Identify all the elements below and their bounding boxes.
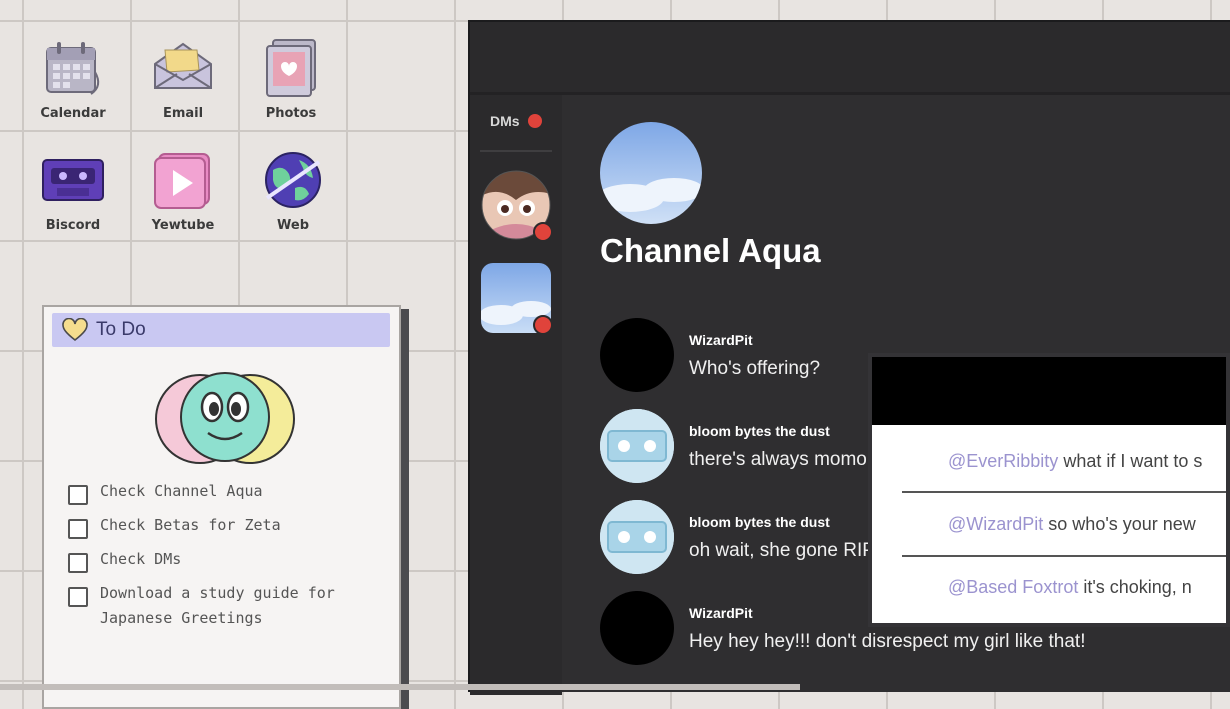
user-avatar[interactable]: [600, 409, 674, 483]
server-avatar-sky[interactable]: [479, 263, 553, 335]
user-avatar[interactable]: [600, 500, 674, 574]
todo-title: To Do: [96, 319, 146, 340]
bloom-avatar-icon: [600, 409, 674, 483]
chat-message: bloom bytes the dust there's always momo: [600, 409, 867, 483]
todo-item-label: Download a study guide for Japanese Gree…: [100, 584, 335, 627]
notification-dot: [527, 114, 542, 128]
desktop-icon-web[interactable]: Web: [248, 148, 338, 233]
mention-text: so who's your new: [1043, 514, 1196, 534]
desktop-icon-label: Email: [162, 106, 204, 121]
todo-checkbox[interactable]: [68, 553, 88, 573]
user-avatar[interactable]: [600, 318, 674, 392]
todo-item[interactable]: Check Betas for Zeta: [68, 516, 370, 539]
channel-avatar: [600, 122, 702, 224]
sky-avatar-icon: [600, 122, 702, 224]
mention-text: it's choking, n: [1078, 577, 1192, 597]
notification-badge: [533, 222, 553, 242]
chat-message: bloom bytes the dust oh wait, she gone R…: [600, 500, 875, 574]
message-text: there's always momo: [689, 449, 867, 470]
popup-divider: [902, 555, 1226, 557]
desktop-icon-yewtube[interactable]: Yewtube: [138, 148, 228, 233]
channel-title: Channel Aqua: [600, 232, 821, 269]
todo-title-bar[interactable]: To Do: [52, 313, 390, 347]
mentions-popup: @EverRibbity what if I want to s @Wizard…: [868, 353, 1230, 627]
todo-item[interactable]: Download a study guide for Japanese Gree…: [68, 584, 370, 631]
calendar-icon: [46, 42, 100, 95]
popup-divider: [902, 491, 1226, 493]
todo-item[interactable]: Check Channel Aqua: [68, 482, 370, 505]
mention-row[interactable]: @EverRibbity what if I want to s: [948, 451, 1202, 472]
chat-message: WizardPit Who's offering?: [600, 318, 820, 392]
bloom-avatar-icon: [600, 500, 674, 574]
biscord-icon: [42, 159, 104, 201]
web-globe-icon: [265, 152, 321, 208]
mention-row[interactable]: @WizardPit so who's your new: [948, 514, 1196, 535]
todo-checkbox[interactable]: [68, 485, 88, 505]
yewtube-icon: [154, 153, 210, 209]
desktop-icon-label: Calendar: [40, 106, 106, 121]
message-text: Hey hey hey!!! don't disrespect my girl …: [689, 631, 1086, 652]
message-username[interactable]: bloom bytes the dust: [689, 514, 875, 530]
desktop-icon-biscord[interactable]: Biscord: [28, 148, 118, 233]
heart-icon: [62, 318, 88, 342]
desktop-icon-label: Photos: [265, 106, 317, 121]
todo-checkbox[interactable]: [68, 519, 88, 539]
photos-icon: [266, 39, 316, 97]
window-title-bar[interactable]: [470, 22, 1230, 95]
mention-tag[interactable]: @WizardPit: [948, 514, 1043, 534]
todo-window: To Do Check Channel Aqua Check Betas for…: [42, 305, 401, 709]
todo-item-label: Check Betas for Zeta: [100, 516, 281, 534]
message-username[interactable]: WizardPit: [689, 332, 820, 348]
message-text: Who's offering?: [689, 358, 821, 379]
desktop-icon-email[interactable]: Email: [138, 36, 228, 121]
todo-item[interactable]: Check DMs: [68, 550, 370, 573]
mention-tag[interactable]: @EverRibbity: [948, 451, 1058, 471]
mention-tag[interactable]: @Based Foxtrot: [948, 577, 1078, 597]
horizontal-scrollbar[interactable]: [0, 684, 800, 690]
desktop-icon-label: Yewtube: [151, 218, 215, 233]
smiley-logo-icon: [155, 372, 295, 464]
server-avatar-anime[interactable]: [481, 170, 553, 242]
desktop-icon-calendar[interactable]: Calendar: [28, 36, 118, 121]
sidebar-divider: [480, 150, 552, 152]
notification-badge: [533, 315, 553, 335]
server-sidebar: DMs: [470, 95, 562, 695]
todo-item-label: Check DMs: [100, 550, 182, 568]
mention-text: what if I want to s: [1058, 451, 1203, 471]
desktop-icon-label: Web: [277, 218, 309, 233]
todo-item-label: Check Channel Aqua: [100, 482, 263, 500]
dms-label: DMs: [490, 113, 520, 129]
popup-title-bar[interactable]: [872, 357, 1226, 425]
todo-checkbox[interactable]: [68, 587, 88, 607]
mention-row[interactable]: @Based Foxtrot it's choking, n: [948, 577, 1192, 598]
email-icon: [154, 42, 212, 89]
user-avatar[interactable]: [600, 591, 674, 665]
dms-button[interactable]: DMs: [490, 113, 542, 129]
desktop-icon-label: Biscord: [45, 218, 101, 233]
desktop-icon-photos[interactable]: Photos: [246, 36, 336, 121]
message-text: oh wait, she gone RIP: [689, 540, 875, 561]
message-username[interactable]: bloom bytes the dust: [689, 423, 867, 439]
